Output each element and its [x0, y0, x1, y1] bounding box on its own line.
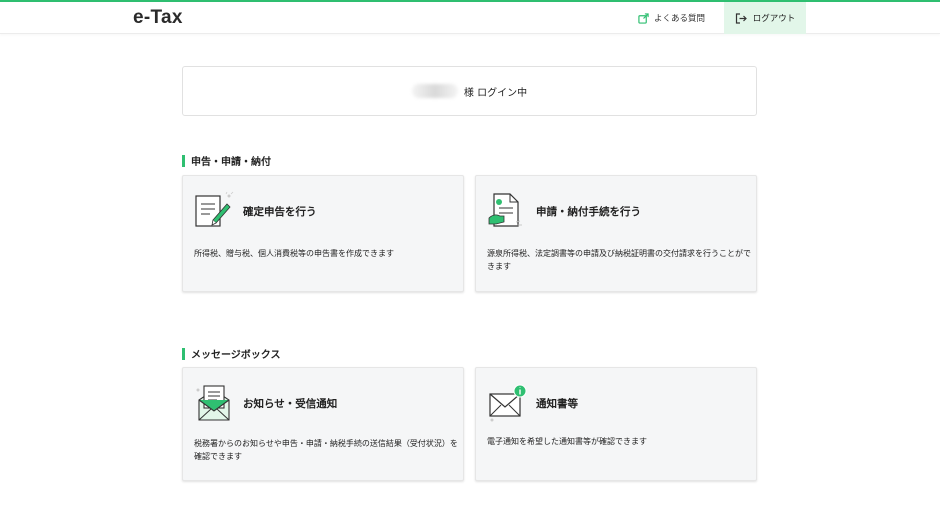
card-application-payment[interactable]: 申請・納付手続を行う 源泉所得税、法定調書等の申請及び納税証明書の交付請求を行う…	[475, 175, 757, 292]
faq-label: よくある質問	[654, 14, 706, 24]
section-accent-bar	[182, 154, 185, 167]
external-link-icon	[638, 12, 649, 24]
section-title-label: 申告・申請・納付	[191, 157, 271, 168]
card-title: 確定申告を行う	[243, 206, 317, 218]
card-description: 所得税、贈与税、個人消費税等の申告書を作成できます	[194, 249, 394, 258]
section-title-message-box: メッセージボックス	[182, 346, 281, 361]
login-status-box: 様 ログイン中	[182, 66, 757, 116]
mail-notification-icon	[489, 384, 527, 422]
logout-icon	[735, 12, 747, 24]
section-title-filing: 申告・申請・納付	[182, 153, 271, 168]
card-description: 税務署からのお知らせや申告・申請・納税手続の送信結果（受付状況）を確認できます	[194, 439, 458, 461]
section-accent-bar	[182, 347, 185, 360]
card-title: 通知書等	[536, 398, 578, 410]
card-notification-documents[interactable]: 通知書等 電子通知を希望した通知書等が確認できます	[475, 367, 757, 481]
etax-logo[interactable]: e-Tax	[133, 7, 183, 29]
site-header: e-Tax よくある質問 ログアウト	[0, 2, 940, 34]
login-status-text: 様 ログイン中	[463, 87, 528, 99]
card-description: 源泉所得税、法定調書等の申請及び納税証明書の交付請求を行うことができます	[487, 249, 751, 271]
logout-label: ログアウト	[752, 14, 796, 24]
redacted-user-name	[411, 84, 458, 98]
faq-link[interactable]: よくある質問	[638, 2, 705, 34]
card-title: お知らせ・受信通知	[243, 398, 338, 410]
envelope-letter-icon	[196, 385, 230, 421]
card-tax-return[interactable]: 確定申告を行う 所得税、贈与税、個人消費税等の申告書を作成できます	[182, 175, 464, 292]
document-pen-icon	[195, 191, 234, 227]
card-notices[interactable]: お知らせ・受信通知 税務署からのお知らせや申告・申請・納税手続の送信結果（受付状…	[182, 367, 464, 481]
card-title: 申請・納付手続を行う	[536, 206, 641, 218]
card-description: 電子通知を希望した通知書等が確認できます	[487, 437, 647, 446]
document-hand-icon	[488, 193, 522, 227]
section-title-label: メッセージボックス	[191, 350, 281, 361]
logout-button[interactable]: ログアウト	[724, 2, 806, 34]
